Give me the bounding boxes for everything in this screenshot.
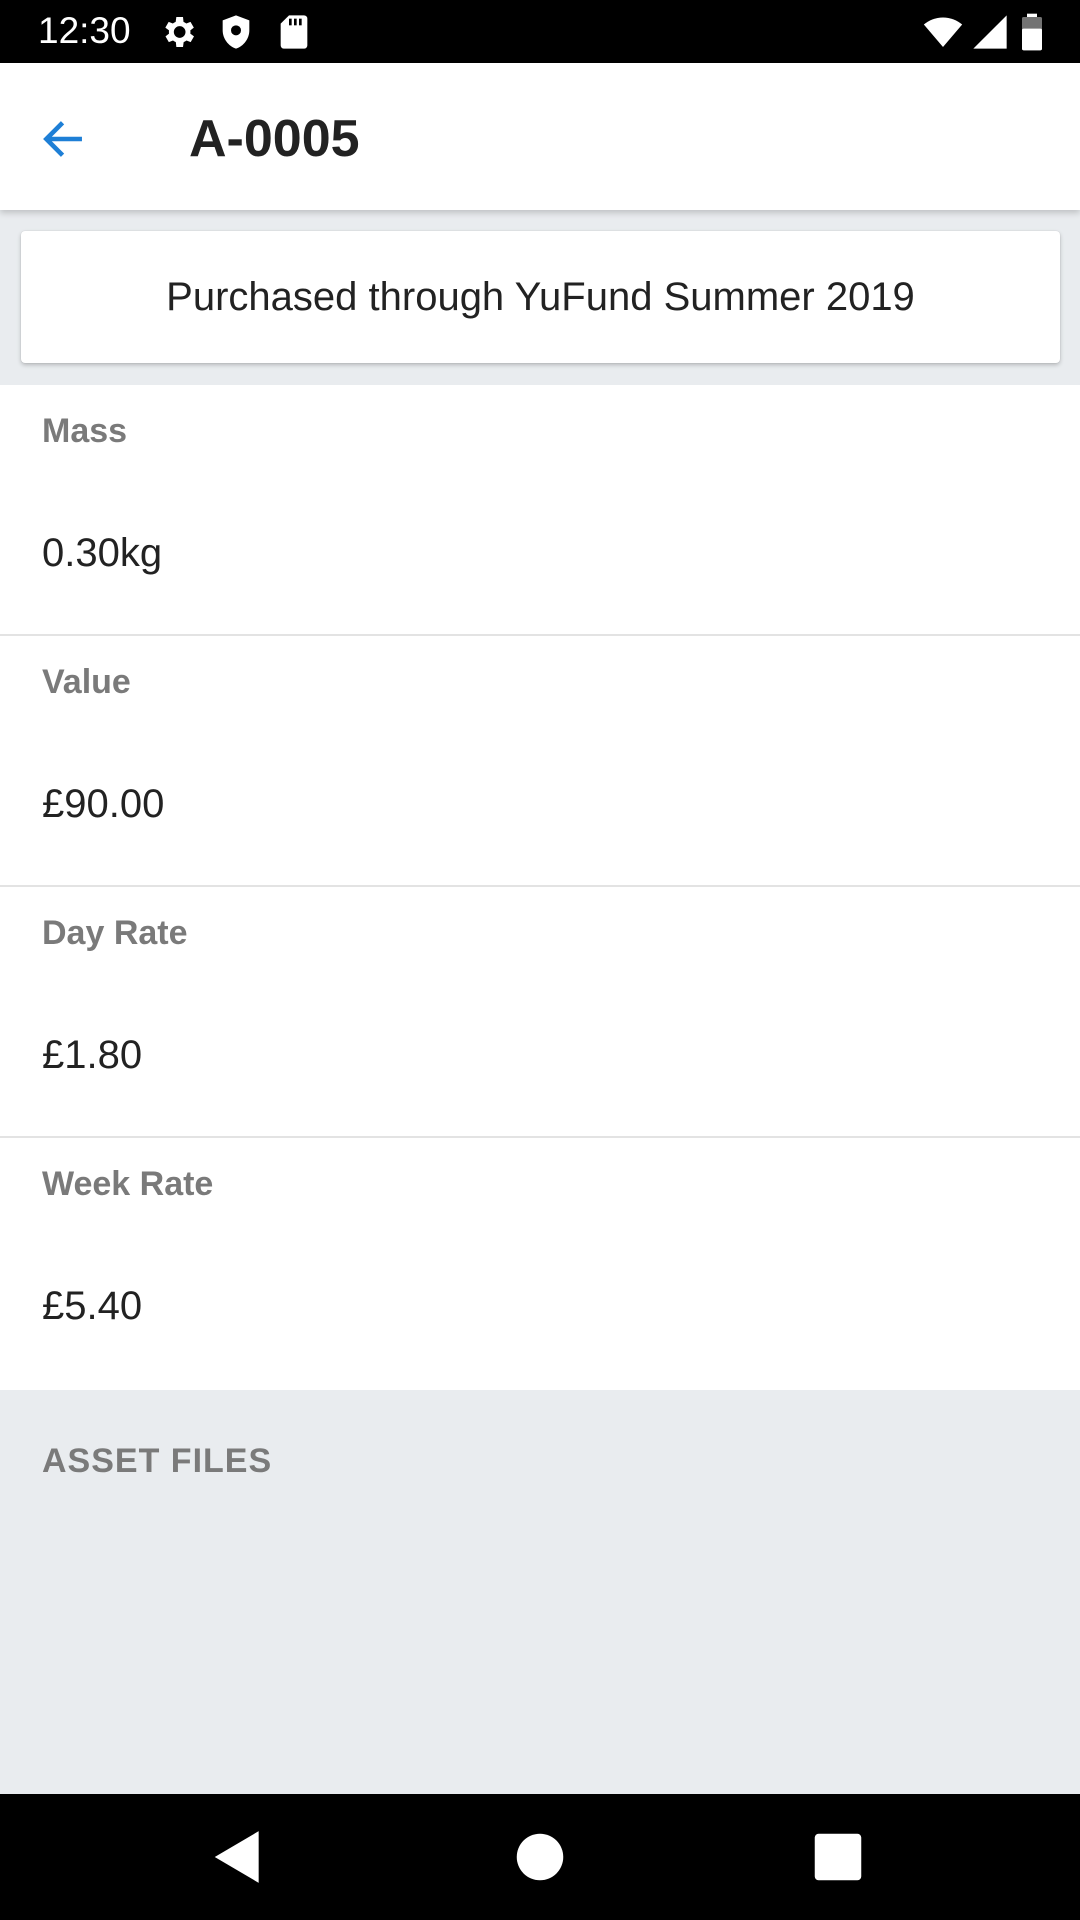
nav-back-button[interactable] — [207, 1826, 269, 1888]
detail-row-week-rate: Week Rate £5.40 — [0, 1138, 1080, 1390]
back-button[interactable] — [28, 104, 98, 174]
detail-value: £1.80 — [42, 1033, 143, 1077]
home-circle-icon — [516, 1833, 564, 1881]
back-triangle-icon — [214, 1831, 259, 1883]
navigation-bar — [0, 1794, 1080, 1920]
shield-icon — [216, 12, 256, 52]
app-bar: A-0005 — [0, 63, 1080, 210]
nav-recents-button[interactable] — [807, 1826, 869, 1888]
battery-icon — [1017, 12, 1047, 52]
page-title: A-0005 — [189, 110, 360, 168]
wifi-icon — [920, 12, 966, 52]
detail-value: £5.40 — [42, 1284, 143, 1328]
detail-row-day-rate: Day Rate £1.80 — [0, 887, 1080, 1138]
gear-icon — [158, 12, 198, 52]
nav-home-button[interactable] — [509, 1826, 571, 1888]
status-time: 12:30 — [38, 10, 131, 51]
recents-square-icon — [814, 1833, 862, 1881]
status-bar: 12:30 — [0, 0, 1080, 63]
detail-label: Week Rate — [42, 1165, 214, 1203]
asset-files-header: ASSET FILES — [42, 1442, 273, 1480]
detail-row-value: Value £90.00 — [0, 636, 1080, 887]
arrow-left-icon — [43, 121, 82, 157]
detail-list: Mass 0.30kg Value £90.00 Day Rate £1.80 … — [0, 385, 1080, 1390]
detail-label: Day Rate — [42, 914, 188, 952]
detail-value: 0.30kg — [42, 531, 163, 575]
sd-card-icon — [274, 12, 314, 52]
detail-value: £90.00 — [42, 782, 165, 826]
detail-label: Value — [42, 663, 131, 701]
detail-label: Mass — [42, 412, 128, 450]
note-text: Purchased through YuFund Summer 2019 — [166, 274, 915, 319]
note-card: Purchased through YuFund Summer 2019 — [21, 231, 1060, 363]
detail-row-mass: Mass 0.30kg — [0, 385, 1080, 636]
signal-icon — [970, 12, 1010, 52]
